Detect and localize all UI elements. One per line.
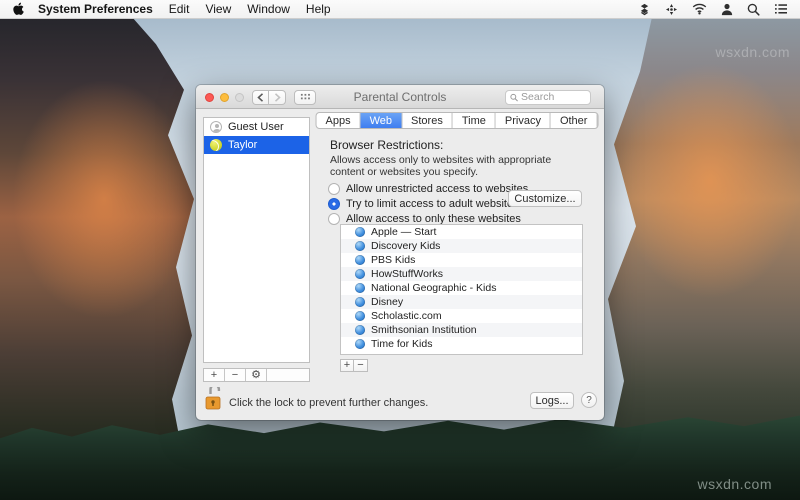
globe-favicon-icon [355,311,365,321]
website-name: National Geographic - Kids [371,282,497,294]
notification-center-icon[interactable] [774,3,788,15]
user-list-item[interactable]: Taylor [204,136,309,154]
menu-item[interactable]: View [205,2,231,16]
tab[interactable]: Stores [402,113,453,128]
radio-label: Allow unrestricted access to websites [346,183,529,195]
globe-favicon-icon [355,325,365,335]
parental-controls-window: Parental Controls Guest User Taylor +−⚙ [196,85,604,420]
tab[interactable]: Web [360,113,403,128]
website-name: HowStuffWorks [371,268,443,280]
radio-option[interactable]: Allow unrestricted access to websites [328,183,528,195]
globe-favicon-icon [355,255,365,265]
fan-icon[interactable] [665,3,678,16]
user-list-toolbar: + − ⚙ [203,368,310,382]
globe-favicon-icon [355,339,365,349]
website-list-item[interactable]: Scholastic.com [341,309,582,323]
wifi-icon[interactable] [692,3,707,15]
website-list-item[interactable]: HowStuffWorks [341,267,582,281]
user-list-toolbar-button[interactable]: + [204,369,225,381]
user-avatar [210,139,222,151]
user-list-item[interactable]: Guest User [204,118,309,136]
tab-bar: Apps Web Stores Time Privacy Other [315,112,599,129]
menu-bar: System Preferences Edit View Window Help [0,0,800,19]
globe-favicon-icon [355,269,365,279]
section-title: Browser Restrictions: [330,138,444,152]
website-list-item[interactable]: Time for Kids [341,337,582,351]
globe-favicon-icon [355,283,365,293]
user-list-toolbar-button[interactable]: ⚙ [246,369,267,381]
globe-favicon-icon [355,227,365,237]
website-list-toolbar: + − [340,359,368,372]
customize-button[interactable]: Customize... [508,190,582,207]
wallpaper-left-cliff [0,17,194,472]
search-icon [510,93,518,101]
tab[interactable]: Privacy [496,113,551,128]
user-name: Taylor [228,139,258,151]
desktop: wsxdn.com wsxdn.com System Preferences E… [0,0,800,500]
website-name: Apple — Start [371,226,437,238]
website-name: PBS Kids [371,254,416,266]
globe-favicon-icon [355,297,365,307]
website-list-item[interactable]: PBS Kids [341,253,582,267]
apple-logo-icon [13,2,24,15]
menu-item[interactable]: Window [247,2,290,16]
globe-favicon-icon [355,241,365,251]
search-field[interactable] [505,89,591,105]
menu-app-name[interactable]: System Preferences [38,2,153,16]
website-name: Discovery Kids [371,240,441,252]
website-list-item[interactable]: Apple — Start [341,225,582,239]
user-list-toolbar-button[interactable]: − [225,369,246,381]
website-list: Apple — Start Discovery Kids PBS Kids Ho… [340,224,583,355]
tab[interactable]: Apps [317,113,361,128]
user-avatar [210,121,222,133]
window-content: Guest User Taylor + − ⚙ Apps Web Stores Time P… [196,109,604,420]
user-icon[interactable] [721,3,733,16]
menu-item[interactable]: Help [306,2,331,16]
watermark-top: wsxdn.com [715,44,790,60]
radio-button-icon[interactable] [328,183,340,195]
spotlight-search-icon[interactable] [747,3,760,16]
radio-button-icon[interactable] [328,198,340,210]
website-list-item[interactable]: Discovery Kids [341,239,582,253]
website-list-item[interactable]: National Geographic - Kids [341,281,582,295]
website-name: Time for Kids [371,338,433,350]
website-name: Scholastic.com [371,310,442,322]
user-name: Guest User [228,121,284,133]
watermark-bottom: wsxdn.com [697,476,772,492]
section-description: Allows access only to websites with appr… [330,154,552,178]
search-input[interactable] [518,91,586,103]
radio-option[interactable]: Try to limit access to adult websites [328,198,519,210]
radio-label: Try to limit access to adult websites [346,198,519,210]
radio-button-icon[interactable] [328,213,340,225]
remove-website-button[interactable]: − [354,359,368,372]
dropbox-icon[interactable] [638,3,651,16]
logs-button[interactable]: Logs... [530,392,574,409]
menu-bar-status-area [638,3,800,16]
user-list: Guest User Taylor [203,117,310,363]
website-name: Smithsonian Institution [371,324,477,336]
window-title-bar[interactable]: Parental Controls [196,85,604,109]
tab[interactable]: Time [453,113,496,128]
menu-item[interactable]: Edit [169,2,190,16]
website-list-item[interactable]: Smithsonian Institution [341,323,582,337]
website-name: Disney [371,296,404,308]
help-button[interactable]: ? [581,392,597,408]
apple-menu[interactable] [12,2,24,16]
lock-hint-text: Click the lock to prevent further change… [229,397,429,409]
website-list-item[interactable]: Disney [341,295,582,309]
unlocked-padlock-icon[interactable] [204,387,222,411]
add-website-button[interactable]: + [340,359,354,372]
tab[interactable]: Other [551,113,598,128]
